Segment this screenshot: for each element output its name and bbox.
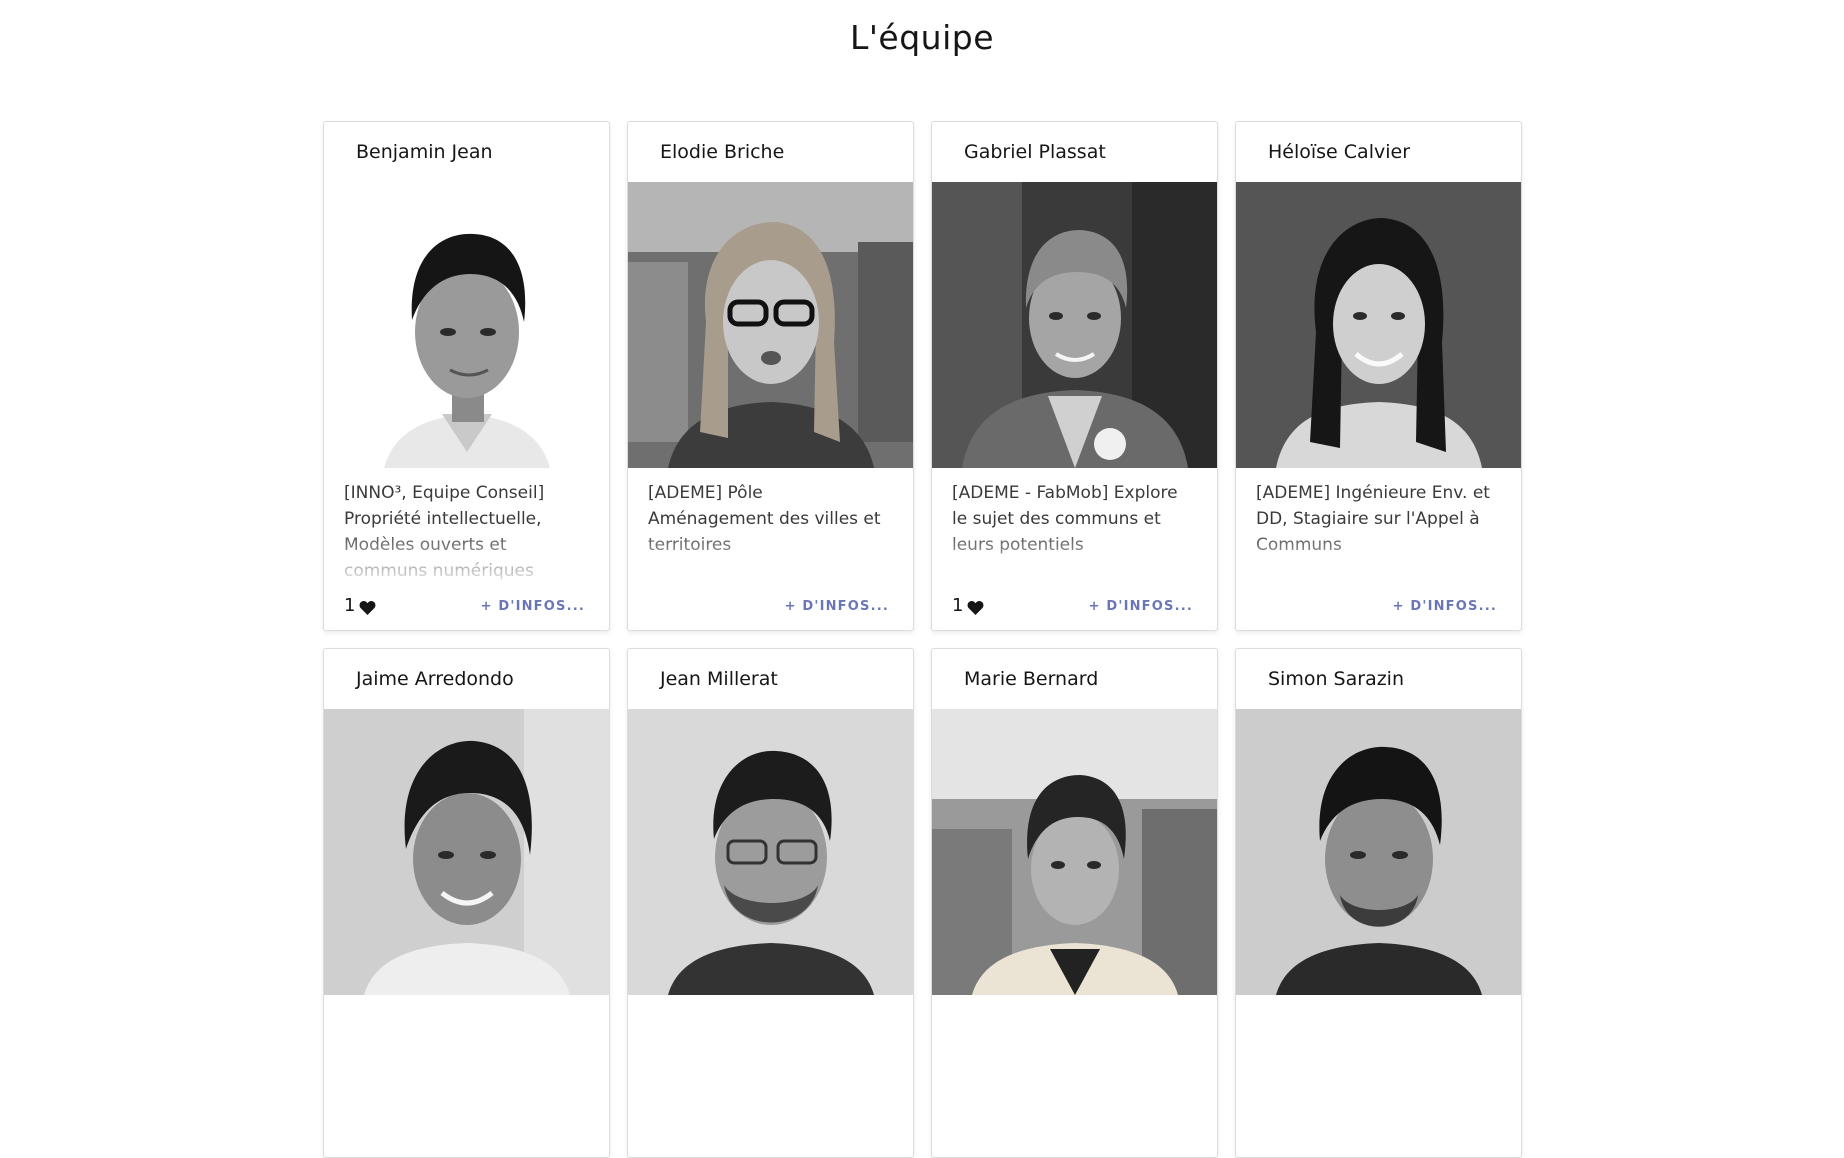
card-footer: + D'INFOS... bbox=[1256, 592, 1497, 616]
member-description: [INNO³, Equipe Conseil] Propriété intell… bbox=[324, 468, 609, 586]
member-photo[interactable] bbox=[932, 709, 1217, 995]
card-footer: + D'INFOS... bbox=[648, 592, 889, 616]
member-photo[interactable] bbox=[932, 182, 1217, 468]
member-name: Marie Bernard bbox=[964, 668, 1099, 690]
member-description: [ADEME] Pôle Aménagement des villes et t… bbox=[628, 468, 913, 586]
portrait-image bbox=[628, 709, 913, 995]
member-photo[interactable] bbox=[324, 709, 609, 995]
more-info-link[interactable]: + D'INFOS... bbox=[1089, 599, 1193, 614]
member-name: Jean Millerat bbox=[660, 668, 778, 690]
more-info-link[interactable]: + D'INFOS... bbox=[1393, 599, 1497, 614]
member-name: Benjamin Jean bbox=[356, 141, 493, 163]
portrait-image bbox=[932, 182, 1217, 468]
member-name: Elodie Briche bbox=[660, 141, 785, 163]
member-name: Gabriel Plassat bbox=[964, 141, 1106, 163]
member-name: Simon Sarazin bbox=[1268, 668, 1405, 690]
page-title: L'équipe bbox=[849, 18, 995, 57]
like-count: 1 bbox=[344, 595, 356, 616]
team-card-gabriel-plassat[interactable]: Gabriel Plassat [ADEME - FabMob] Explore… bbox=[931, 121, 1218, 631]
portrait-image bbox=[628, 182, 913, 468]
team-card-marie-bernard[interactable]: Marie Bernard bbox=[931, 648, 1218, 1158]
more-info-link[interactable]: + D'INFOS... bbox=[481, 599, 585, 614]
team-grid: Benjamin Jean [INNO³, Equipe Conseil] Pr… bbox=[323, 121, 1522, 1158]
team-card-heloise-calvier[interactable]: Héloïse Calvier [ADEME] Ingénieure Env. … bbox=[1235, 121, 1522, 631]
member-description: [ADEME - FabMob] Explore le sujet des co… bbox=[932, 468, 1217, 586]
team-card-jean-millerat[interactable]: Jean Millerat bbox=[627, 648, 914, 1158]
like-count: 1 bbox=[952, 595, 964, 616]
team-card-elodie-briche[interactable]: Elodie Briche [ADEME] Pôle Aménagement d… bbox=[627, 121, 914, 631]
member-photo[interactable] bbox=[1236, 182, 1521, 468]
like-counter[interactable]: 1 bbox=[952, 595, 984, 616]
member-photo[interactable] bbox=[628, 709, 913, 995]
like-counter[interactable]: 1 bbox=[344, 595, 376, 616]
card-footer: 1 + D'INFOS... bbox=[952, 592, 1193, 616]
portrait-image bbox=[324, 709, 609, 995]
member-description: [ADEME] Ingénieure Env. et DD, Stagiaire… bbox=[1236, 468, 1521, 586]
member-name: Héloïse Calvier bbox=[1268, 141, 1410, 163]
portrait-image bbox=[324, 182, 609, 468]
member-photo[interactable] bbox=[628, 182, 913, 468]
heart-icon[interactable] bbox=[967, 600, 984, 615]
card-footer: 1 + D'INFOS... bbox=[344, 592, 585, 616]
member-name: Jaime Arredondo bbox=[356, 668, 514, 690]
member-photo[interactable] bbox=[324, 182, 609, 468]
portrait-image bbox=[1236, 709, 1521, 995]
team-card-benjamin-jean[interactable]: Benjamin Jean [INNO³, Equipe Conseil] Pr… bbox=[323, 121, 610, 631]
more-info-link[interactable]: + D'INFOS... bbox=[785, 599, 889, 614]
portrait-image bbox=[1236, 182, 1521, 468]
portrait-image bbox=[932, 709, 1217, 995]
member-photo[interactable] bbox=[1236, 709, 1521, 995]
team-card-simon-sarazin[interactable]: Simon Sarazin bbox=[1235, 648, 1522, 1158]
heart-icon[interactable] bbox=[359, 600, 376, 615]
team-card-jaime-arredondo[interactable]: Jaime Arredondo bbox=[323, 648, 610, 1158]
